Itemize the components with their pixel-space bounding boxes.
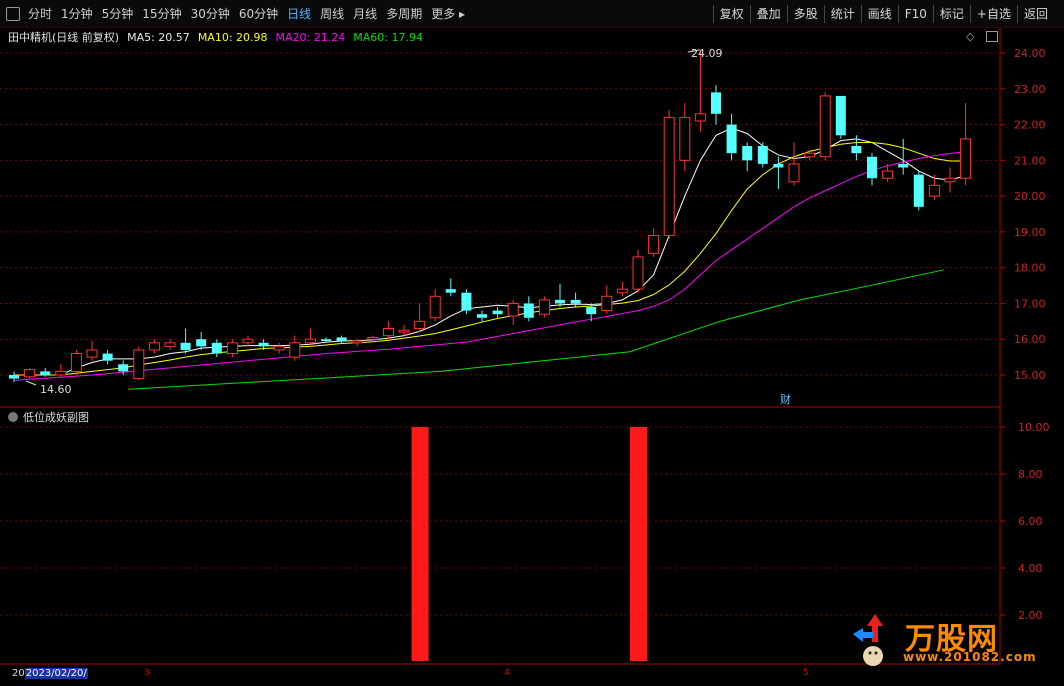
start-date: 2023/02/20/: [24, 668, 88, 679]
candle-up: [788, 163, 800, 183]
price-tick-label: 19.00: [1014, 226, 1046, 239]
candle-up: [86, 349, 98, 358]
candle-down: [913, 174, 924, 207]
candle-up: [804, 152, 816, 158]
candle-down: [555, 299, 565, 304]
arrow-logo-icon: [853, 614, 883, 666]
sub-tick-label: 8.00: [1018, 468, 1043, 481]
signal-bar: [630, 427, 647, 661]
candle-up: [148, 342, 160, 351]
candle-up: [226, 342, 238, 355]
date-cursor-label: 202023/02/20/: [12, 668, 88, 679]
candle-down: [118, 364, 129, 372]
candle-up: [133, 349, 145, 380]
sub-tick-label: 6.00: [1018, 515, 1043, 528]
price-tick-label: 16.00: [1014, 333, 1046, 346]
candle-down: [726, 124, 737, 154]
high-price-label: 24.09: [691, 47, 723, 60]
candle-down: [258, 342, 269, 347]
candle-up: [273, 345, 285, 351]
candle-up: [367, 336, 379, 340]
candle-down: [461, 292, 472, 311]
candle-down: [211, 342, 222, 354]
sub-tick-label: 10.00: [1018, 421, 1050, 434]
candle-down: [570, 299, 581, 304]
price-tick-label: 22.00: [1014, 119, 1046, 132]
candle-down: [492, 310, 503, 315]
candle-down: [445, 289, 456, 293]
candle-up: [882, 170, 894, 179]
candle-up: [663, 116, 675, 236]
price-tick-label: 17.00: [1014, 297, 1046, 310]
price-tick-label: 20.00: [1014, 190, 1046, 203]
candle-up: [507, 302, 519, 317]
candle-up: [55, 370, 67, 376]
price-tick-label: 18.00: [1014, 262, 1046, 275]
date-year-prefix: 20: [12, 668, 25, 679]
candle-down: [9, 375, 19, 379]
month-label-3: 3: [144, 668, 150, 678]
signal-bar: [411, 427, 429, 661]
candle-down: [757, 146, 768, 164]
candle-down: [321, 339, 331, 342]
price-tick-label: 21.00: [1014, 154, 1046, 167]
candle-down: [523, 303, 534, 318]
candle-up: [632, 256, 644, 290]
candle-up: [928, 184, 940, 197]
price-chart[interactable]: 15.00 16.00 17.00 18.00 19.00 20.00 21.00 22.00…: [0, 0, 1064, 686]
price-tick-label: 23.00: [1014, 83, 1046, 96]
candle-down: [742, 146, 753, 161]
candle-down: [102, 353, 113, 361]
candle-up: [679, 116, 691, 161]
candle-down: [477, 314, 487, 318]
candle-down: [835, 95, 846, 136]
candle-up: [24, 369, 36, 378]
watermark-logo: 万股网 www.201082.com: [845, 612, 1045, 672]
candle-down: [336, 337, 347, 342]
ma10-line: [14, 141, 966, 376]
candle-up: [648, 234, 660, 254]
candle-down: [773, 163, 784, 168]
candle-up: [382, 327, 394, 337]
candle-up: [819, 95, 831, 158]
sub-tick-label: 4.00: [1018, 562, 1043, 575]
logo-url: www.201082.com: [903, 650, 1037, 664]
candle-up: [164, 342, 176, 347]
candle-up: [398, 329, 410, 333]
candle-up: [304, 338, 316, 344]
candle-up: [70, 353, 82, 372]
low-marker-line: [25, 380, 37, 386]
month-label-5: 5: [803, 668, 809, 678]
candle-up: [538, 299, 550, 315]
price-tick-label: 15.00: [1014, 369, 1046, 382]
candle-down: [586, 307, 597, 315]
candle-up: [351, 340, 363, 344]
month-label-4: 4: [504, 668, 510, 678]
candle-up: [694, 113, 706, 122]
price-tick-label: 24.00: [1014, 47, 1046, 60]
candle-down: [851, 146, 862, 154]
candle-up: [289, 342, 301, 358]
candle-down: [196, 339, 207, 347]
candle-down: [711, 92, 721, 114]
candle-up: [414, 320, 426, 329]
candle-down: [867, 156, 877, 179]
candle-down: [180, 342, 191, 350]
candle-up: [944, 177, 956, 183]
candle-up: [960, 138, 972, 179]
candle-down: [40, 371, 51, 375]
low-price-label: 14.60: [40, 383, 72, 396]
candle-up: [616, 288, 628, 294]
candle-up: [242, 338, 254, 344]
candle-down: [898, 163, 909, 168]
candle-up: [601, 295, 613, 312]
earnings-marker[interactable]: 财: [780, 392, 791, 406]
candle-up: [429, 295, 441, 319]
